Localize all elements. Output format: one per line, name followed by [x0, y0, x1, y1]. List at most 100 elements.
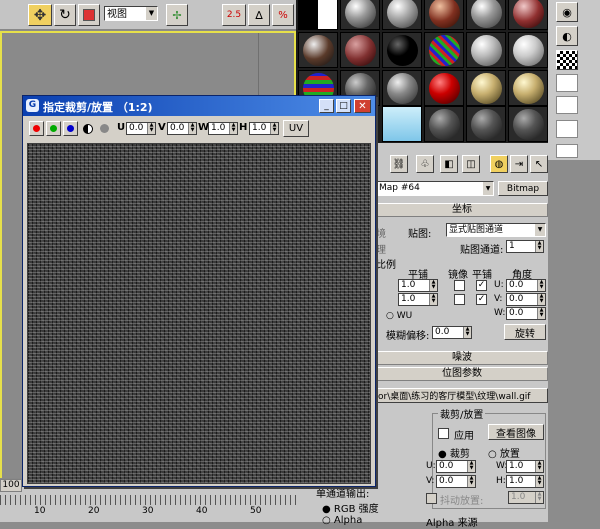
crop-radio[interactable]: ● 裁剪	[438, 445, 470, 460]
put-to-library-icon[interactable]: ⛓	[390, 155, 408, 173]
angle-snap-icon[interactable]: ∆	[248, 4, 270, 26]
apply-label: 应用	[454, 431, 474, 442]
material-slot[interactable]	[508, 70, 548, 106]
map-name-field[interactable]: Map #64 ▼	[376, 181, 494, 196]
blue-channel-icon[interactable]	[63, 121, 78, 136]
crop-u-field[interactable]: 0.0 ▲ ▼	[436, 460, 476, 473]
sample-uv-icon[interactable]	[556, 74, 578, 92]
tiling-u-field[interactable]: 1.0 ▲ ▼	[398, 279, 438, 292]
app-icon: G	[26, 99, 39, 112]
material-effects-icon[interactable]: ♧	[416, 155, 434, 173]
material-slot[interactable]	[508, 32, 548, 68]
noise-rollout-header[interactable]: 噪波	[376, 351, 548, 365]
pick-material-icon[interactable]: ↖	[530, 155, 548, 173]
w-field[interactable]: 1.0 ▲ ▼	[208, 122, 238, 135]
rotate-icon[interactable]: ↻	[54, 4, 76, 26]
material-slot[interactable]	[298, 32, 338, 68]
u-field[interactable]: 0.0 ▲ ▼	[126, 122, 156, 135]
bitmap-path-button[interactable]: or\桌面\练习的客厅模型\纹理\wall.gif	[376, 388, 548, 403]
material-slot[interactable]	[424, 106, 464, 142]
window-titlebar[interactable]: G 指定裁剪/放置 （1:2) _ □ ✕	[23, 96, 375, 116]
mono-output-label: 单通道输出:	[316, 489, 370, 500]
options-icon[interactable]	[556, 144, 578, 158]
environ-label: 境	[376, 229, 386, 240]
sample-type-icon[interactable]: ◉	[556, 2, 578, 22]
tile-u-checkbox[interactable]: ✓	[476, 280, 487, 291]
go-forward-icon[interactable]: ⇥	[510, 155, 528, 173]
minimize-icon[interactable]: _	[319, 99, 334, 113]
go-to-parent-icon[interactable]: ◍	[490, 155, 508, 173]
place-radio[interactable]: ○ 放置	[488, 445, 520, 460]
mirror-u-checkbox[interactable]	[454, 280, 465, 291]
reference-coord-select[interactable]: 视图 ▼	[104, 6, 158, 21]
view-image-button[interactable]: 查看图像	[488, 424, 544, 440]
material-slot[interactable]	[424, 0, 464, 30]
background-icon[interactable]	[556, 50, 578, 70]
frame-counter[interactable]: 100	[0, 479, 22, 492]
crop-w-field[interactable]: 1.0 ▲ ▼	[506, 460, 544, 473]
rotate-button[interactable]: 旋转	[504, 324, 546, 340]
material-slot[interactable]	[466, 106, 506, 142]
pivot-icon[interactable]: ✢	[166, 4, 188, 26]
maximize-icon[interactable]: □	[336, 99, 351, 113]
mapping-select[interactable]: 显式贴图通道 ▼	[446, 223, 546, 237]
material-slot[interactable]	[382, 0, 422, 30]
angle-u-field[interactable]: 0.0 ▲ ▼	[506, 279, 546, 292]
material-slot[interactable]	[340, 0, 380, 30]
v-field[interactable]: 0.0 ▲ ▼	[167, 122, 197, 135]
material-slot[interactable]	[382, 32, 422, 68]
scale-label: 比例	[376, 260, 396, 271]
tiling-v-field[interactable]: 1.0 ▲ ▼	[398, 293, 438, 306]
rgb-intensity-radio[interactable]: ● RGB 强度	[322, 500, 379, 515]
map-channel-field[interactable]: 1 ▲ ▼	[506, 240, 544, 253]
move-icon[interactable]: ✥	[28, 4, 52, 26]
bitmap-preview[interactable]	[27, 143, 371, 484]
material-slot[interactable]	[424, 70, 464, 106]
material-slot[interactable]	[508, 106, 548, 142]
video-check-icon[interactable]	[556, 96, 578, 114]
backlight-icon[interactable]: ◐	[556, 26, 578, 46]
monochrome-icon[interactable]	[83, 124, 93, 134]
v-label: V	[158, 122, 166, 133]
material-slot[interactable]	[340, 32, 380, 68]
angle-w-field[interactable]: 0.0 ▲ ▼	[506, 307, 546, 320]
wu-radio[interactable]: ○ WU	[386, 311, 412, 321]
h-field[interactable]: 1.0 ▲ ▼	[249, 122, 279, 135]
snap-icon[interactable]: 2.5	[222, 4, 246, 26]
jitter-checkbox[interactable]	[426, 493, 437, 504]
scale-icon[interactable]	[78, 4, 100, 26]
crop-h-field[interactable]: 1.0 ▲ ▼	[506, 475, 544, 488]
mirror-v-checkbox[interactable]	[454, 294, 465, 305]
tile-v-checkbox[interactable]: ✓	[476, 294, 487, 305]
blur-offset-field[interactable]: 0.0 ▲ ▼	[432, 326, 472, 339]
red-channel-icon[interactable]	[29, 121, 44, 136]
show-end-result-icon[interactable]: ◫	[462, 155, 480, 173]
material-slot[interactable]	[382, 70, 422, 106]
material-slot[interactable]	[382, 106, 422, 142]
dropdown-arrow-icon: ▼	[483, 182, 493, 195]
alpha-channel-icon[interactable]	[100, 124, 109, 133]
coordinates-rollout-header[interactable]: 坐标	[376, 203, 548, 217]
crop-window: G 指定裁剪/放置 （1:2) _ □ ✕ U 0.0 ▲ ▼ V 0.0 ▲ ▼ W …	[22, 95, 376, 487]
bitmap-params-rollout-header[interactable]: 位图参数	[376, 367, 548, 381]
material-slot[interactable]	[298, 0, 338, 30]
material-slot[interactable]	[466, 70, 506, 106]
apply-checkbox[interactable]	[438, 428, 449, 439]
crop-v-field[interactable]: 0.0 ▲ ▼	[436, 475, 476, 488]
show-map-icon[interactable]: ◧	[440, 155, 458, 173]
material-slot[interactable]	[466, 32, 506, 68]
make-preview-icon[interactable]	[556, 120, 578, 138]
timeline-tick: 20	[88, 506, 100, 516]
uv-button[interactable]: UV	[283, 120, 309, 137]
green-channel-icon[interactable]	[46, 121, 61, 136]
material-slot[interactable]	[424, 32, 464, 68]
map-type-button[interactable]: Bitmap	[498, 181, 548, 196]
percent-snap-icon[interactable]: %	[272, 4, 294, 26]
dropdown-arrow-icon: ▼	[146, 7, 157, 20]
material-slot[interactable]	[466, 0, 506, 30]
angle-v-field[interactable]: 0.0 ▲ ▼	[506, 293, 546, 306]
material-slot[interactable]	[508, 0, 548, 30]
close-icon[interactable]: ✕	[354, 99, 371, 113]
alpha-radio[interactable]: ○ Alpha	[322, 515, 362, 526]
jitter-field[interactable]: 1.0 ▲ ▼	[508, 491, 544, 504]
